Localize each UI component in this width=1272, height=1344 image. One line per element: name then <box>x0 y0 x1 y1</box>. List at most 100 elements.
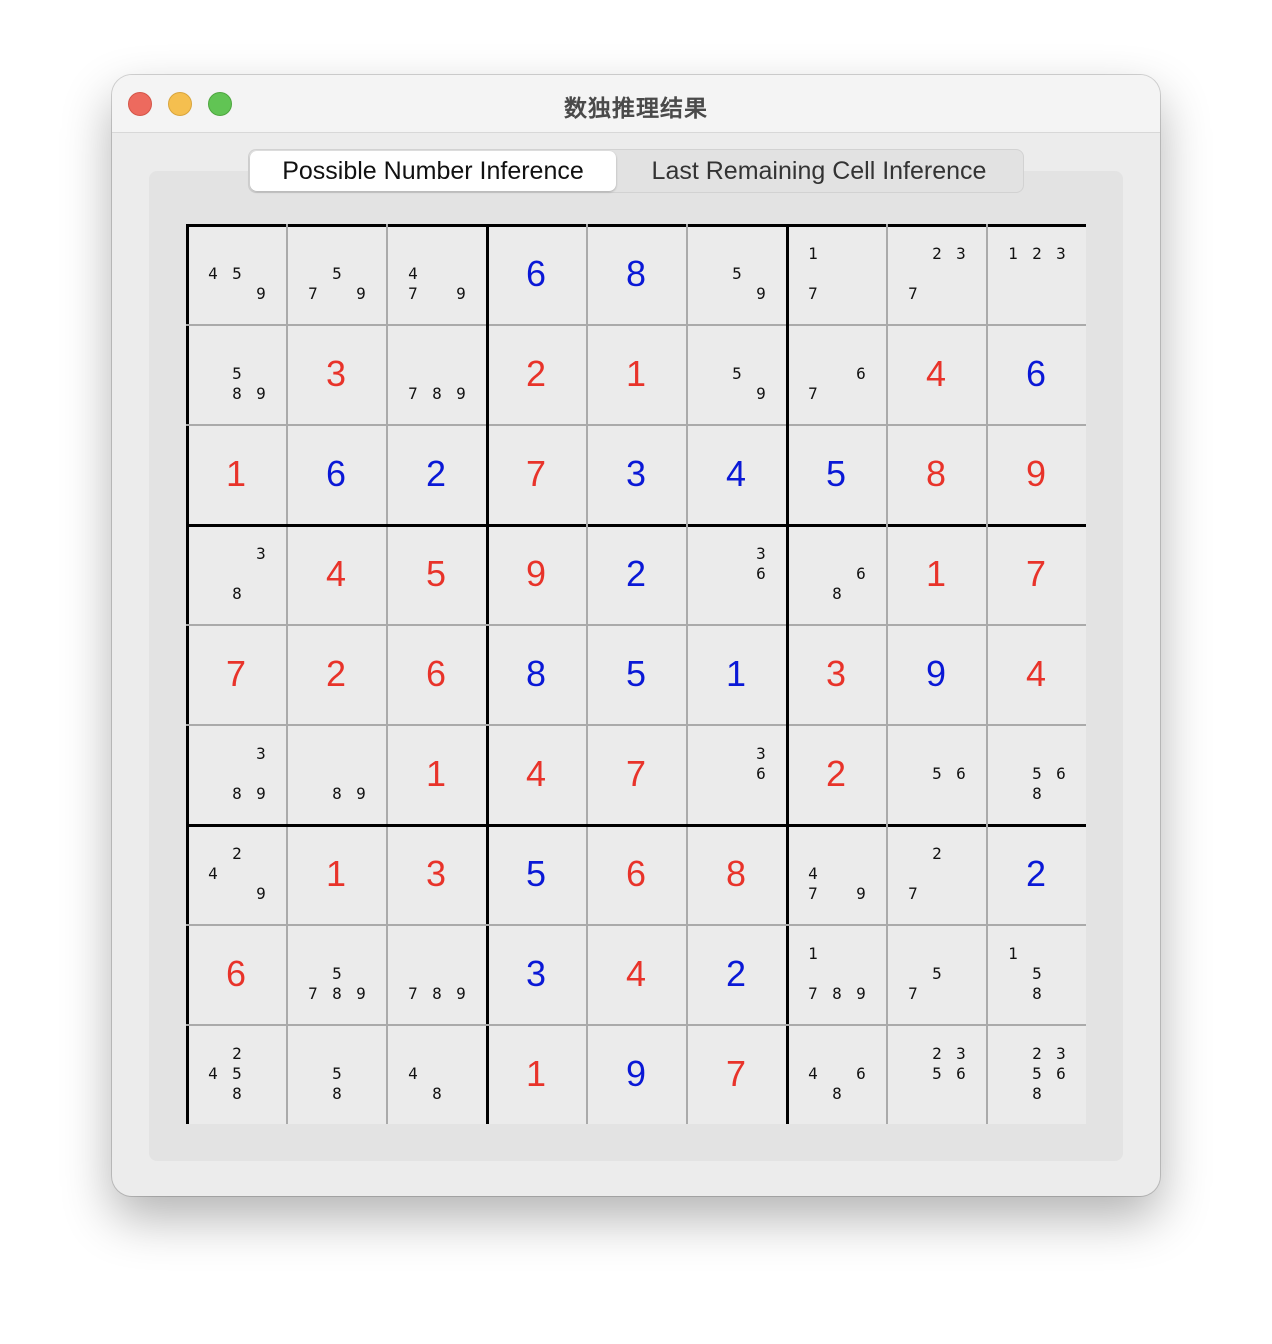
sudoku-cell[interactable]: 56 <box>886 724 986 824</box>
inferred-digit: 9 <box>525 553 547 594</box>
sudoku-cell[interactable]: 17 <box>786 224 886 324</box>
sudoku-cell[interactable]: 47 9 <box>786 824 886 924</box>
sudoku-cell[interactable]: 6 <box>186 924 286 1024</box>
sudoku-cell[interactable]: 5 <box>786 424 886 524</box>
sudoku-cell[interactable]: 58 <box>286 1024 386 1124</box>
sudoku-cell[interactable]: 1 <box>286 824 386 924</box>
sudoku-cell[interactable]: 1 <box>186 424 286 524</box>
sudoku-cell[interactable]: 68 <box>786 524 886 624</box>
sudoku-cell[interactable]: 59 <box>686 224 786 324</box>
candidate-digit: 8 <box>1032 984 1042 1003</box>
sudoku-cell[interactable]: 1 <box>486 1024 586 1124</box>
sudoku-cell[interactable]: 1 <box>886 524 986 624</box>
sudoku-cell[interactable]: 3 <box>386 824 486 924</box>
sudoku-cell[interactable]: 27 <box>886 824 986 924</box>
sudoku-cell[interactable]: 2 <box>586 524 686 624</box>
sudoku-cell[interactable]: 8 <box>686 824 786 924</box>
sudoku-cell[interactable]: 57 9 <box>286 224 386 324</box>
sudoku-cell[interactable]: 6 <box>986 324 1086 424</box>
sudoku-cell[interactable]: 59 <box>686 324 786 424</box>
sudoku-cell[interactable]: 36 <box>686 524 786 624</box>
sudoku-cell[interactable]: 7 <box>686 1024 786 1124</box>
sudoku-cell[interactable]: 23568 <box>986 1024 1086 1124</box>
sudoku-cell[interactable]: 57 <box>886 924 986 1024</box>
sudoku-cell[interactable]: 6 <box>586 824 686 924</box>
sudoku-cell[interactable]: 3 <box>486 924 586 1024</box>
sudoku-cell[interactable]: 9 <box>886 624 986 724</box>
sudoku-cell[interactable]: 459 <box>186 224 286 324</box>
sudoku-cell[interactable]: 48 <box>386 1024 486 1124</box>
candidate-digit: 5 <box>232 264 242 283</box>
sudoku-cell[interactable]: 89 <box>286 724 386 824</box>
sudoku-cell[interactable]: 3 89 <box>186 724 286 824</box>
sudoku-cell[interactable]: 2458 <box>186 1024 286 1124</box>
sudoku-cell[interactable]: 3 <box>586 424 686 524</box>
tab-possible-number-inference[interactable]: Possible Number Inference <box>250 151 616 191</box>
sudoku-cell[interactable]: 4 <box>986 624 1086 724</box>
sudoku-cell[interactable]: 2 <box>786 724 886 824</box>
sudoku-cell[interactable]: 589 <box>186 324 286 424</box>
sudoku-cell[interactable]: 7 <box>986 524 1086 624</box>
sudoku-cell[interactable]: 123 <box>986 224 1086 324</box>
sudoku-cell[interactable]: 9 <box>986 424 1086 524</box>
sudoku-cell[interactable]: 6 <box>386 624 486 724</box>
sudoku-cell[interactable]: 38 <box>186 524 286 624</box>
sudoku-cell[interactable]: 5 <box>486 824 586 924</box>
given-digit: 9 <box>625 1053 647 1094</box>
given-digit: 1 <box>725 653 747 694</box>
sudoku-cell[interactable]: 67 <box>786 324 886 424</box>
grid-line-vertical <box>686 224 688 1124</box>
sudoku-cell[interactable]: 47 9 <box>386 224 486 324</box>
sudoku-cell[interactable]: 24 9 <box>186 824 286 924</box>
sudoku-cell[interactable]: 36 <box>686 724 786 824</box>
sudoku-cell[interactable]: 4 <box>686 424 786 524</box>
tab-last-remaining-cell-inference[interactable]: Last Remaining Cell Inference <box>617 151 1021 191</box>
sudoku-cell[interactable]: 3 <box>786 624 886 724</box>
sudoku-cell[interactable]: 2 <box>386 424 486 524</box>
sudoku-cell[interactable]: 2 <box>986 824 1086 924</box>
sudoku-board-viewport[interactable]: 4595794796859172371235893789215967461627… <box>186 224 1086 1124</box>
candidate-digit: 7 <box>308 284 318 303</box>
sudoku-cell[interactable]: 1 <box>386 724 486 824</box>
sudoku-cell[interactable]: 6 <box>486 224 586 324</box>
sudoku-cell[interactable]: 1789 <box>786 924 886 1024</box>
candidate-digit: 5 <box>1032 964 1042 983</box>
sudoku-cell[interactable]: 3 <box>286 324 386 424</box>
candidate-digit: 9 <box>256 884 266 903</box>
sudoku-cell[interactable]: 23 7 <box>886 224 986 324</box>
sudoku-cell[interactable]: 4 <box>886 324 986 424</box>
sudoku-cell[interactable]: 8 <box>586 224 686 324</box>
sudoku-cell[interactable]: 8 <box>486 624 586 724</box>
sudoku-cell[interactable]: 7 <box>586 724 686 824</box>
candidate-digit: 5 <box>332 964 342 983</box>
sudoku-cell[interactable]: 7 <box>186 624 286 724</box>
sudoku-cell[interactable]: 8 <box>886 424 986 524</box>
sudoku-cell[interactable]: 1 <box>686 624 786 724</box>
sudoku-cell[interactable]: 4 <box>486 724 586 824</box>
sudoku-cell[interactable]: 6 <box>286 424 386 524</box>
candidate-digit: 6 <box>856 364 866 383</box>
sudoku-cell[interactable]: 2 <box>486 324 586 424</box>
sudoku-cell[interactable]: 9 <box>586 1024 686 1124</box>
candidate-digit: 6 <box>956 764 966 783</box>
sudoku-cell[interactable]: 158 <box>986 924 1086 1024</box>
sudoku-cell[interactable]: 5 <box>586 624 686 724</box>
sudoku-cell[interactable]: 2356 <box>886 1024 986 1124</box>
inferred-digit: 1 <box>625 353 647 394</box>
inferred-digit: 8 <box>925 453 947 494</box>
sudoku-cell[interactable]: 5789 <box>286 924 386 1024</box>
sudoku-cell[interactable]: 1 <box>586 324 686 424</box>
sudoku-cell[interactable]: 4 68 <box>786 1024 886 1124</box>
sudoku-cell[interactable]: 2 <box>686 924 786 1024</box>
sudoku-cell[interactable]: 2 <box>286 624 386 724</box>
sudoku-cell[interactable]: 4 <box>586 924 686 1024</box>
sudoku-cell[interactable]: 9 <box>486 524 586 624</box>
sudoku-cell[interactable]: 789 <box>386 924 486 1024</box>
box-divider-horizontal <box>186 824 1086 827</box>
grid-line-horizontal <box>186 724 1086 726</box>
sudoku-cell[interactable]: 5 <box>386 524 486 624</box>
sudoku-cell[interactable]: 4 <box>286 524 386 624</box>
sudoku-cell[interactable]: 7 <box>486 424 586 524</box>
sudoku-cell[interactable]: 789 <box>386 324 486 424</box>
sudoku-cell[interactable]: 568 <box>986 724 1086 824</box>
